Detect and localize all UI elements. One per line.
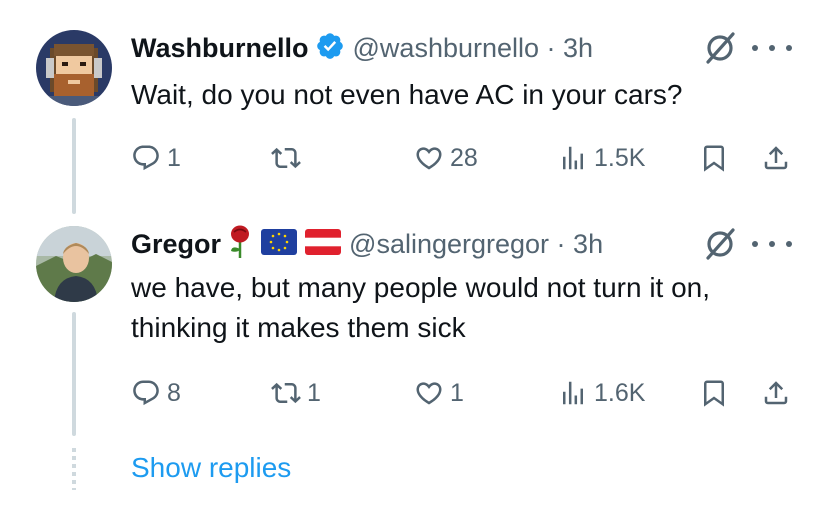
avatar[interactable] xyxy=(36,226,112,302)
separator-dot: · xyxy=(539,32,564,63)
views-button[interactable]: 1.5K xyxy=(558,138,645,178)
like-button[interactable]: 28 xyxy=(414,138,478,178)
retweet-button[interactable]: 1 xyxy=(271,373,321,413)
tweet-text: we have, but many people would not turn … xyxy=(131,268,710,348)
bookmark-button[interactable] xyxy=(699,138,729,178)
reply-button[interactable]: 1 xyxy=(131,138,181,178)
tweet-header: Gregor @salingergregor · 3h xyxy=(131,225,603,264)
thread-line xyxy=(72,118,76,214)
retweet-icon xyxy=(271,147,301,169)
share-button[interactable] xyxy=(761,138,791,178)
separator-dot: · xyxy=(549,228,574,259)
grok-icon[interactable] xyxy=(702,226,738,262)
thread-line xyxy=(72,312,76,436)
more-options-icon[interactable] xyxy=(752,30,792,66)
tweet-text-line: we have, but many people would not turn … xyxy=(131,272,711,303)
like-count: 1 xyxy=(450,378,464,407)
rose-icon xyxy=(227,225,253,264)
avatar[interactable] xyxy=(36,30,112,106)
tweet-header: Washburnello @washburnello · 3h xyxy=(131,30,593,66)
views-icon xyxy=(563,381,583,405)
grok-icon[interactable] xyxy=(702,30,738,66)
view-count: 1.6K xyxy=(594,378,646,407)
like-button[interactable]: 1 xyxy=(414,373,464,413)
tweet-text: Wait, do you not even have AC in your ca… xyxy=(131,75,682,115)
bookmark-icon xyxy=(704,380,724,407)
thread-dots xyxy=(72,448,76,490)
reply-count: 1 xyxy=(167,143,181,172)
author-handle[interactable]: @salingergregor xyxy=(349,229,549,260)
timestamp[interactable]: 3h xyxy=(573,229,603,260)
view-count: 1.5K xyxy=(594,143,646,172)
show-replies-link[interactable]: Show replies xyxy=(131,448,291,488)
share-button[interactable] xyxy=(761,373,791,413)
bookmark-button[interactable] xyxy=(699,373,729,413)
views-button[interactable]: 1.6K xyxy=(558,373,645,413)
eu-flag-icon xyxy=(261,228,298,260)
tweet-actions: 1 28 1.5K xyxy=(131,138,801,178)
heart-icon xyxy=(416,147,442,170)
bookmark-icon xyxy=(704,145,724,172)
reply-icon xyxy=(133,380,159,406)
tweet-actions: 8 1 1 1.6K xyxy=(131,373,801,413)
reply-count: 8 xyxy=(167,378,181,407)
retweet-icon xyxy=(271,382,301,404)
retweet-button[interactable] xyxy=(271,138,307,178)
reply-icon xyxy=(133,145,159,171)
tweet-text-line: Wait, do you not even have AC in your ca… xyxy=(131,79,683,110)
verified-badge-icon xyxy=(315,31,345,66)
share-icon xyxy=(764,146,788,170)
retweet-count: 1 xyxy=(307,378,321,407)
author-name[interactable]: Washburnello xyxy=(131,33,309,64)
tweet-text-line: thinking it makes them sick xyxy=(131,312,466,343)
author-name[interactable]: Gregor xyxy=(131,229,221,260)
views-icon xyxy=(563,146,583,170)
austria-flag-icon xyxy=(305,228,342,260)
more-options-icon[interactable] xyxy=(752,226,792,262)
heart-icon xyxy=(416,382,442,405)
share-icon xyxy=(764,381,788,405)
like-count: 28 xyxy=(450,143,478,172)
author-handle[interactable]: @washburnello xyxy=(353,33,540,64)
timestamp[interactable]: 3h xyxy=(563,33,593,64)
reply-button[interactable]: 8 xyxy=(131,373,181,413)
